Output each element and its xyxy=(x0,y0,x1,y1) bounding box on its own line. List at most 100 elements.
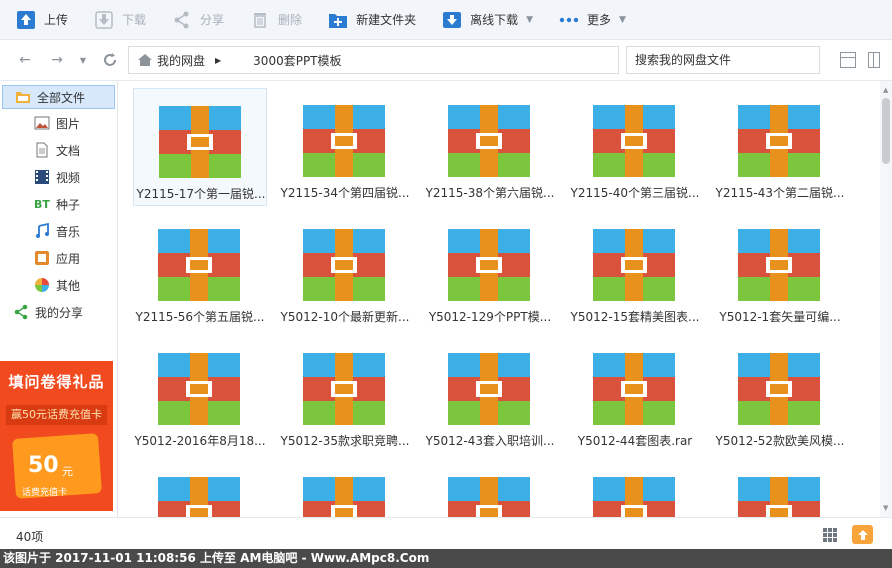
app-icon xyxy=(34,250,50,266)
sidebar-item-music[interactable]: 音乐 xyxy=(0,219,118,243)
sidebar-item-images[interactable]: 图片 xyxy=(0,111,118,135)
file-item[interactable]: Y5012-2016年8月18... xyxy=(133,336,267,454)
file-item[interactable]: Y2115-17个第一届锐... xyxy=(133,88,267,206)
archive-file-icon xyxy=(448,477,530,517)
breadcrumb-item-current[interactable]: 3000套PPT模板 xyxy=(253,52,341,69)
offline-download-label: 离线下载 xyxy=(470,13,519,27)
breadcrumb-separator-icon: ▶ xyxy=(215,55,222,65)
archive-file-icon xyxy=(593,105,675,177)
sidebar-item-other[interactable]: 其他 xyxy=(0,273,118,297)
share-icon xyxy=(172,10,192,30)
file-name: Y5012-129个PPT模... xyxy=(428,310,552,324)
chevron-down-icon: ▼ xyxy=(526,14,534,25)
sidebar-item-all-files[interactable]: 全部文件 xyxy=(2,85,115,109)
video-icon xyxy=(34,169,50,185)
archive-file-icon xyxy=(158,229,240,301)
download-button[interactable]: 下载 xyxy=(78,0,156,40)
file-item[interactable] xyxy=(568,460,702,517)
file-name: Y5012-43套入职培训... xyxy=(425,434,555,448)
archive-file-icon xyxy=(448,353,530,425)
scroll-up-icon[interactable]: ▲ xyxy=(883,86,888,94)
archive-file-icon xyxy=(158,353,240,425)
search-input[interactable] xyxy=(626,46,820,74)
more-label: 更多 xyxy=(587,13,612,27)
archive-file-icon xyxy=(303,229,385,301)
chevron-down-icon: ▼ xyxy=(619,14,626,25)
file-item[interactable]: Y2115-56个第五届锐... xyxy=(133,212,267,330)
document-icon xyxy=(34,142,50,158)
list-view-icon[interactable] xyxy=(840,52,856,68)
breadcrumb-item-root[interactable]: 我的网盘 xyxy=(157,52,205,69)
file-item[interactable]: Y5012-1套矢量可编... xyxy=(713,212,847,330)
survey-promo-banner[interactable]: 填问卷得礼品 赢50元话费充值卡 50 元 话费充值卡 xyxy=(0,361,113,511)
history-dropdown-icon[interactable]: ▼ xyxy=(74,51,92,69)
file-name: Y5012-52款欧美风模... xyxy=(715,434,845,448)
file-name: Y2115-40个第三届锐... xyxy=(570,186,700,200)
archive-file-icon xyxy=(303,353,385,425)
more-button[interactable]: 更多 ▼ xyxy=(543,0,636,40)
archive-file-icon xyxy=(303,105,385,177)
item-count: 40项 xyxy=(16,530,44,544)
file-name: Y5012-44套图表.rar xyxy=(577,434,693,448)
upload-icon xyxy=(16,10,36,30)
file-name: Y5012-35款求职竞聘... xyxy=(280,434,410,448)
image-icon xyxy=(34,115,50,131)
delete-button[interactable]: 删除 xyxy=(234,0,312,40)
breadcrumb: 我的网盘 ▶ 3000套PPT模板 xyxy=(128,46,619,74)
new-folder-button[interactable]: 新建文件夹 xyxy=(312,0,426,40)
sidebar-item-label: 应用 xyxy=(56,251,81,266)
file-item[interactable]: Y5012-52款欧美风模... xyxy=(713,336,847,454)
sidebar-item-label: 视频 xyxy=(56,170,81,185)
vertical-scrollbar[interactable]: ▲ ▼ xyxy=(880,81,892,517)
offline-download-button[interactable]: 离线下载 ▼ xyxy=(426,0,543,40)
sidebar-item-my-shares[interactable]: 我的分享 xyxy=(0,300,118,324)
file-grid: Y2115-17个第一届锐... Y2115-34个第四届锐... Y2115-38… xyxy=(119,81,880,517)
file-item[interactable]: Y5012-15套精美图表... xyxy=(568,212,702,330)
upload-button[interactable]: 上传 xyxy=(0,0,78,40)
file-item[interactable] xyxy=(713,460,847,517)
panel-toggle-icon[interactable] xyxy=(868,52,880,68)
file-item[interactable]: Y5012-10个最新更新... xyxy=(278,212,412,330)
archive-file-icon xyxy=(738,477,820,517)
delete-label: 删除 xyxy=(278,13,303,27)
home-icon[interactable] xyxy=(137,52,153,68)
file-item[interactable]: Y5012-129个PPT模... xyxy=(423,212,557,330)
file-name: Y2115-43个第二届锐... xyxy=(715,186,845,200)
scroll-down-icon[interactable]: ▼ xyxy=(883,504,888,512)
file-item[interactable]: Y2115-38个第六届锐... xyxy=(423,88,557,206)
transfer-upload-icon[interactable] xyxy=(852,525,873,544)
archive-file-icon xyxy=(593,353,675,425)
share-button[interactable]: 分享 xyxy=(156,0,234,40)
share-icon xyxy=(13,304,29,320)
share-label: 分享 xyxy=(200,13,225,27)
sidebar-item-documents[interactable]: 文档 xyxy=(0,138,118,162)
sidebar-item-torrents[interactable]: BT 种子 xyxy=(0,192,118,216)
other-icon xyxy=(34,277,50,293)
file-item[interactable] xyxy=(133,460,267,517)
sidebar-item-apps[interactable]: 应用 xyxy=(0,246,118,270)
netdisk-window: 上传 下载 分享 删除 新建文件夹 离线下载 ▼ 更多 ▼ ← → ▼ 我的网盘… xyxy=(0,0,892,568)
back-arrow-icon[interactable]: ← xyxy=(16,51,34,69)
file-item[interactable]: Y2115-40个第三届锐... xyxy=(568,88,702,206)
file-item[interactable]: Y5012-44套图表.rar xyxy=(568,336,702,454)
archive-file-icon xyxy=(738,229,820,301)
file-item[interactable]: Y2115-34个第四届锐... xyxy=(278,88,412,206)
grid-view-icon[interactable] xyxy=(822,527,838,543)
file-item[interactable] xyxy=(278,460,412,517)
scrollbar-thumb[interactable] xyxy=(882,98,890,164)
file-item[interactable]: Y2115-43个第二届锐... xyxy=(713,88,847,206)
file-item[interactable] xyxy=(423,460,557,517)
forward-arrow-icon[interactable]: → xyxy=(48,51,66,69)
file-item[interactable]: Y5012-35款求职竞聘... xyxy=(278,336,412,454)
upload-label: 上传 xyxy=(44,13,69,27)
archive-file-icon xyxy=(303,477,385,517)
sidebar: 全部文件 图片 文档 视频 BT 种子 音乐 应用 其他 我的分享 填问卷得礼品… xyxy=(0,81,118,517)
file-item[interactable]: Y5012-43套入职培训... xyxy=(423,336,557,454)
file-name: Y5012-1套矢量可编... xyxy=(719,310,841,324)
download-icon xyxy=(94,10,114,30)
sidebar-item-label: 其他 xyxy=(56,278,81,293)
sidebar-item-videos[interactable]: 视频 xyxy=(0,165,118,189)
folder-icon xyxy=(15,89,31,105)
refresh-icon[interactable] xyxy=(101,51,119,69)
archive-file-icon xyxy=(593,229,675,301)
